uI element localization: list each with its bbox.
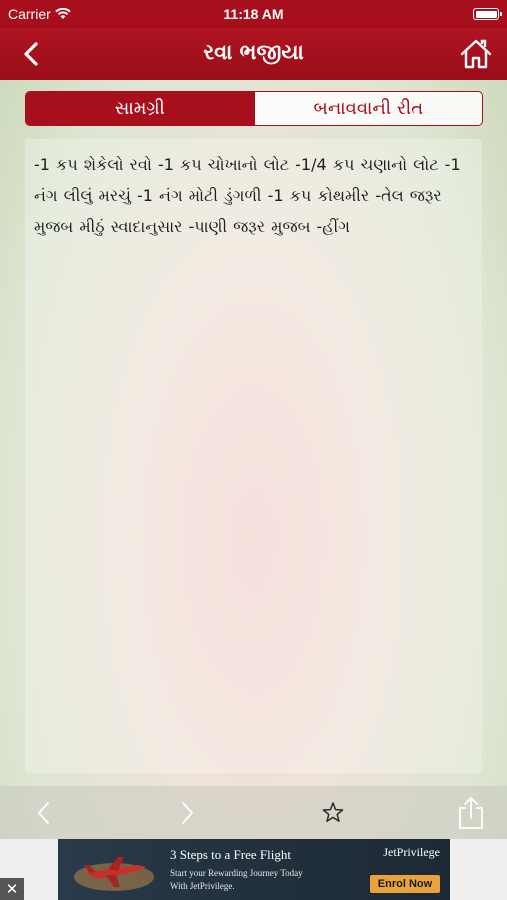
ad-banner: ✕ 3 Steps to a Free Flight Start your Re… (0, 839, 507, 900)
tab-method[interactable]: બનાવવાની રીત (253, 92, 483, 125)
previous-chevron-icon[interactable] (29, 798, 59, 828)
ingredients-panel: -1 કપ શેકેલો રવો -1 કપ ચોખાનો લોટ -1/4 ક… (25, 139, 482, 773)
next-chevron-icon[interactable] (172, 798, 202, 828)
enrol-now-button[interactable]: Enrol Now (370, 875, 440, 893)
navigation-bar: રવા ભજીયા (0, 28, 507, 80)
ad-brand-logo: JetPrivilege (383, 845, 440, 859)
airplane-icon (74, 857, 154, 891)
ad-subline-1: Start your Rewarding Journey Today (170, 868, 303, 878)
tab-ingredients[interactable]: સામગ્રી (26, 92, 254, 125)
ingredients-text: -1 કપ શેકેલો રવો -1 કપ ચોખાનો લોટ -1/4 ક… (34, 155, 461, 236)
ad-headline: 3 Steps to a Free Flight (170, 847, 291, 862)
close-ad-icon[interactable]: ✕ (0, 878, 24, 900)
favorite-star-icon[interactable] (318, 798, 348, 828)
ad-subline-2: With JetPrivilege. (170, 881, 235, 891)
bottom-toolbar (0, 786, 507, 839)
page-title: રવા ભજીયા (203, 40, 304, 64)
clock: 11:18 AM (223, 6, 284, 22)
ad-creative[interactable]: 3 Steps to a Free Flight Start your Rewa… (58, 839, 450, 900)
status-bar: Carrier 11:18 AM (0, 0, 507, 28)
battery-icon (473, 8, 502, 20)
home-icon[interactable] (459, 37, 493, 71)
share-icon[interactable] (456, 796, 486, 830)
recipe-segment-control: સામગ્રી બનાવવાની રીત (25, 91, 483, 126)
